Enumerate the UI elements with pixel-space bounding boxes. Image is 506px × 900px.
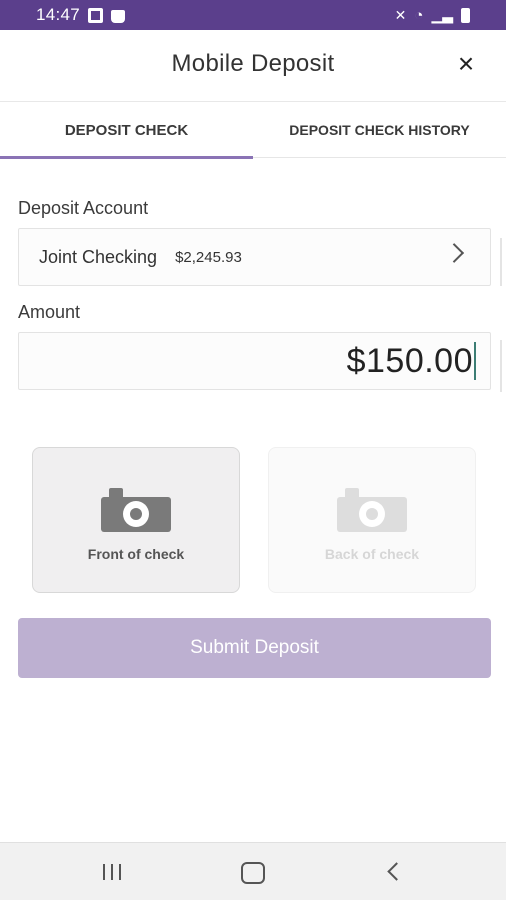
chevron-right-icon: [444, 243, 465, 263]
page-title: Mobile Deposit: [171, 50, 335, 77]
scroll-edge: [500, 340, 502, 392]
back-of-check-label: Back of check: [324, 546, 420, 562]
battery-icon: [461, 7, 470, 23]
deposit-account-label: Deposit Account: [18, 198, 149, 218]
signal-icon: ▁▃: [431, 6, 453, 23]
close-icon[interactable]: ×: [452, 50, 480, 78]
camera-icon: [337, 488, 407, 532]
amount-input[interactable]: $150.00: [18, 332, 491, 390]
tab-deposit-check-history[interactable]: DEPOSIT CHECK HISTORY: [253, 102, 506, 158]
scroll-edge: [500, 238, 502, 286]
tab-deposit-check[interactable]: DEPOSIT CHECK: [0, 102, 253, 159]
home-icon[interactable]: [232, 857, 272, 887]
amount-label: Amount: [18, 302, 81, 322]
front-of-check-label: Front of check: [87, 546, 185, 562]
mute-icon: ✕: [394, 6, 407, 23]
app-square-icon: [88, 7, 104, 23]
system-nav-bar: [0, 842, 506, 900]
text-cursor: [474, 342, 476, 380]
account-balance: $2,245.93: [175, 248, 242, 266]
deposit-account-selector[interactable]: Joint Checking $2,245.93: [18, 228, 491, 286]
account-name: Joint Checking: [39, 246, 158, 267]
camera-icon: [101, 488, 171, 532]
status-time: 14:47: [36, 5, 81, 24]
back-icon[interactable]: [374, 857, 414, 887]
back-of-check-button[interactable]: Back of check: [268, 447, 476, 593]
amount-value: $150.00: [346, 341, 473, 380]
front-of-check-button[interactable]: Front of check: [32, 447, 240, 593]
submit-deposit-button[interactable]: Submit Deposit: [18, 618, 491, 678]
wifi-icon: ◔: [414, 6, 424, 24]
recent-apps-icon[interactable]: [92, 857, 132, 887]
app-header: Mobile Deposit ×: [0, 30, 506, 102]
tab-bar: DEPOSIT CHECK DEPOSIT CHECK HISTORY: [0, 102, 506, 159]
status-bar: 14:47 ✕ ◔ ▁▃: [0, 0, 506, 30]
shopping-bag-icon: [111, 9, 126, 23]
